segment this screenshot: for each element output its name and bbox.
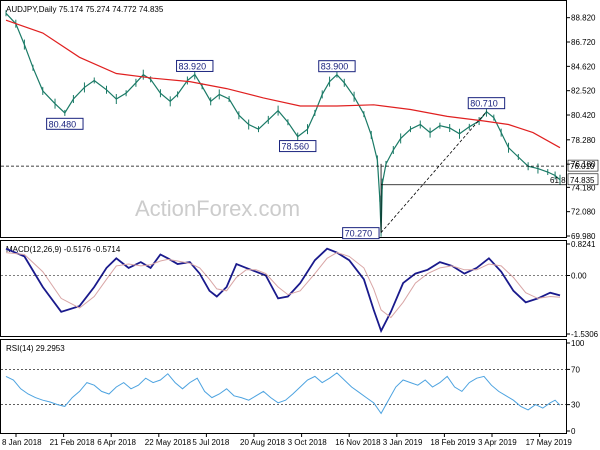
- price-callout-label: 80.710: [470, 99, 498, 109]
- price-y-tick-label: 82.520: [571, 87, 596, 96]
- price-y-tick-label: 80.420: [571, 111, 596, 120]
- price-callout-label: 78.560: [282, 142, 310, 152]
- watermark: ActionForex.com: [135, 196, 300, 221]
- macd-y-tick-label: -1.5306: [571, 330, 599, 339]
- rsi-panel-frame: [0, 339, 567, 434]
- rsi-y-tick-label: 100: [571, 339, 585, 348]
- price-y-tick-label: 88.820: [571, 14, 596, 23]
- chart-canvas: AUDJPY,Daily 75.174 75.274 74.772 74.835…: [0, 0, 599, 447]
- price-y-tick-label: 72.080: [571, 208, 596, 217]
- rsi-y-tick-label: 70: [571, 365, 580, 374]
- price-y-tick-label: 74.180: [571, 183, 596, 192]
- macd-panel-header: MACD(12,26,9) -0.5176 -0.5714: [6, 245, 121, 254]
- macd-y-tick-label: 0.8241: [571, 240, 596, 249]
- x-tick-label: 3 Apr 2019: [478, 438, 517, 447]
- x-tick-label: 6 Apr 2018: [97, 438, 136, 447]
- price-panel-header: AUDJPY,Daily 75.174 75.274 74.772 74.835: [6, 5, 164, 14]
- price-y-axis-ticks: 88.820 86.720 84.620 82.520 80.420 78.280 76.1…: [566, 14, 596, 241]
- macd-y-tick-label: 0.00: [571, 271, 587, 280]
- price-callout-label: 80.480: [49, 119, 77, 129]
- rsi-y-axis-ticks: 100 70 30 0: [566, 339, 585, 436]
- price-callout-label: 83.900: [321, 62, 349, 72]
- x-tick-label: 20 Aug 2018: [240, 438, 285, 447]
- x-tick-label: 8 Jan 2018: [2, 438, 42, 447]
- x-tick-label: 5 Jul 2018: [192, 438, 229, 447]
- price-y-tick-label: 84.620: [571, 62, 596, 71]
- x-tick-label: 18 Feb 2019: [430, 438, 475, 447]
- rsi-panel-header: RSI(14) 29.2953: [6, 344, 65, 353]
- price-y-tick-label: 76.180: [571, 160, 596, 169]
- rsi-y-tick-label: 30: [571, 401, 580, 410]
- rsi-y-tick-label: 0: [571, 427, 576, 436]
- x-tick-label: 3 Oct 2018: [288, 438, 328, 447]
- x-tick-label: 17 May 2019: [526, 438, 573, 447]
- macd-y-axis-ticks: 0.8241 0.00 -1.5306: [566, 240, 599, 339]
- x-tick-label: 3 Jan 2019: [383, 438, 423, 447]
- x-tick-label: 22 May 2018: [145, 438, 192, 447]
- price-callout-label: 83.920: [179, 61, 207, 71]
- price-y-tick-label: 78.280: [571, 136, 596, 145]
- fib-label: 61.8: [550, 176, 566, 185]
- price-y-tick-label: 86.720: [571, 38, 596, 47]
- x-tick-label: 21 Feb 2018: [50, 438, 95, 447]
- macd-panel-frame: [0, 240, 567, 337]
- price-callout-label: 70.270: [345, 229, 373, 239]
- x-tick-label: 16 Nov 2018: [335, 438, 381, 447]
- x-axis-labels: 8 Jan 2018 21 Feb 2018 6 Apr 2018 22 May 20…: [2, 433, 572, 447]
